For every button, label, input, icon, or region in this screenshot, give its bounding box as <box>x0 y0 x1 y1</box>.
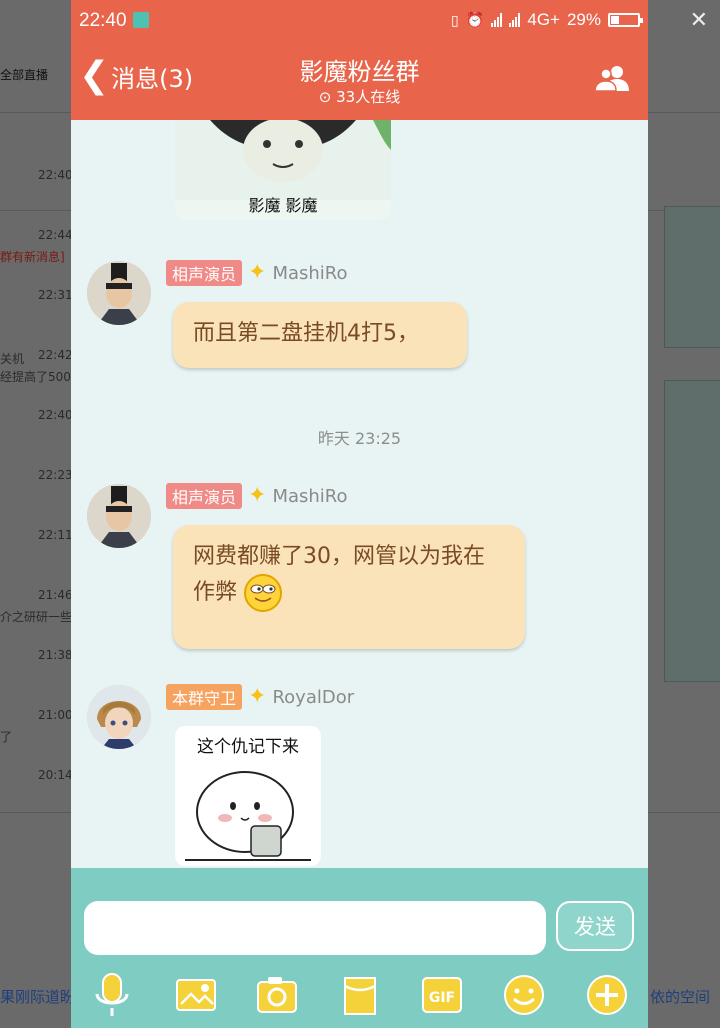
battery-icon <box>608 13 643 27</box>
online-count: 33人在线 <box>336 88 401 106</box>
mic-icon[interactable] <box>89 972 135 1018</box>
title-badge: 相声演员 <box>166 483 243 509</box>
plus-icon[interactable] <box>584 972 630 1018</box>
emoji-icon[interactable] <box>501 972 547 1018</box>
sender-meta: 本群守卫 ✦ RoyalDor <box>166 684 354 710</box>
sender-name[interactable]: MashiRo <box>272 486 347 507</box>
gif-icon[interactable]: GIF <box>419 972 465 1018</box>
sender-name[interactable]: MashiRo <box>272 263 347 284</box>
bg-time: 20:14 <box>38 768 73 782</box>
star-icon: ✦ <box>248 260 267 285</box>
bg-snippet: 群有新消息] <box>0 250 65 264</box>
bg-time: 21:46 <box>38 588 73 602</box>
title-badge: 本群守卫 <box>166 684 243 710</box>
chat-header: ❮ 消息(3) 影魔粉丝群 ⊙ 33人在线 <box>71 42 648 120</box>
vibrate-icon: ▯ <box>450 11 459 28</box>
bg-time: 21:38 <box>38 648 73 662</box>
sender-name[interactable]: RoyalDor <box>272 687 354 708</box>
bg-time: 22:11 <box>38 528 73 542</box>
avatar[interactable] <box>87 685 151 749</box>
message-text: 而且第二盘挂机4打5， <box>193 321 419 346</box>
sticker-message[interactable]: 影魔 影魔 <box>175 120 391 220</box>
close-icon[interactable]: ✕ <box>690 8 708 33</box>
bg-side-card <box>664 206 720 348</box>
avatar[interactable] <box>87 484 151 548</box>
online-status[interactable]: ⊙ 33人在线 <box>71 86 648 107</box>
bg-tab: 全部直播 <box>0 68 49 82</box>
battery-level <box>611 16 620 24</box>
image-icon[interactable] <box>173 972 219 1018</box>
signal-icon <box>509 13 521 27</box>
sticker-caption: 这个仇记下来 <box>197 737 299 757</box>
network-type: 4G+ <box>527 10 560 29</box>
group-members-icon[interactable] <box>594 64 630 92</box>
warrior-avatar-image <box>87 484 151 548</box>
bg-side-card <box>664 380 720 682</box>
send-button[interactable]: 发送 <box>556 901 634 951</box>
battery-percent: 29% <box>566 10 601 29</box>
bg-time: 22:44 <box>38 228 73 242</box>
bg-time: 21:00 <box>38 708 73 722</box>
bg-time: 22:23 <box>38 468 73 482</box>
bg-snippet: 介之研研一些 <box>0 610 73 624</box>
sticker-message[interactable]: 这个仇记下来 <box>175 726 321 866</box>
bg-time: 22:31 <box>38 288 73 302</box>
status-time: 22:40 <box>79 10 127 31</box>
sticker-caption: 影魔 影魔 <box>248 196 318 215</box>
anime-avatar-image <box>87 685 151 749</box>
bg-bottom-link: 果刚际道盼 <box>0 988 76 1006</box>
phone-screen: 22:40 ▯ ⏰ 4G+ 29% ❮ 消息(3) 影魔粉丝群 ⊙ 33人在线 <box>71 0 648 1028</box>
warrior-avatar-image <box>87 261 151 325</box>
star-icon: ✦ <box>248 483 267 508</box>
bg-time: 22:40 <box>38 168 73 182</box>
group-title: 影魔粉丝群 <box>299 58 420 86</box>
sender-meta: 相声演员 ✦ MashiRo <box>166 483 348 509</box>
signal-icon <box>491 13 503 27</box>
status-bar: 22:40 ▯ ⏰ 4G+ 29% <box>71 0 648 42</box>
camera-icon[interactable] <box>254 972 300 1018</box>
avatar[interactable] <box>87 261 151 325</box>
sticker-image <box>175 120 391 200</box>
message-bubble[interactable]: 而且第二盘挂机4打5， <box>173 302 467 368</box>
gif-label: GIF <box>429 990 455 1006</box>
message-bubble[interactable]: 网费都赚了30，网管以为我在作弊 <box>173 525 525 649</box>
message-input[interactable] <box>84 901 546 955</box>
star-icon: ✦ <box>248 684 267 709</box>
title-badge: 相声演员 <box>166 260 243 286</box>
bg-snippet: 经提高了500 <box>0 370 71 384</box>
file-icon[interactable] <box>337 972 383 1018</box>
screenshot-icon <box>133 12 149 28</box>
input-panel: 发送 GIF <box>71 868 648 1028</box>
bg-time: 22:42 <box>38 348 73 362</box>
bg-snippet: 关机 <box>0 352 25 366</box>
grin-emoji-icon <box>244 574 283 613</box>
message-list[interactable]: 影魔 影魔 相声演员 ✦ MashiRo 而且第二盘挂机4打5， 昨天 23:2… <box>71 120 648 868</box>
time-divider: 昨天 23:25 <box>317 429 402 448</box>
bg-snippet: 了 <box>0 730 13 744</box>
bg-bottom-link: 依的空间 <box>650 988 711 1006</box>
chevron-down-circle-icon: ⊙ <box>318 88 332 106</box>
bg-time: 22:40 <box>38 408 73 422</box>
sender-meta: 相声演员 ✦ MashiRo <box>166 260 348 286</box>
alarm-icon: ⏰ <box>465 12 485 29</box>
message-text: 网费都赚了30，网管以为我在作弊 <box>193 544 485 606</box>
